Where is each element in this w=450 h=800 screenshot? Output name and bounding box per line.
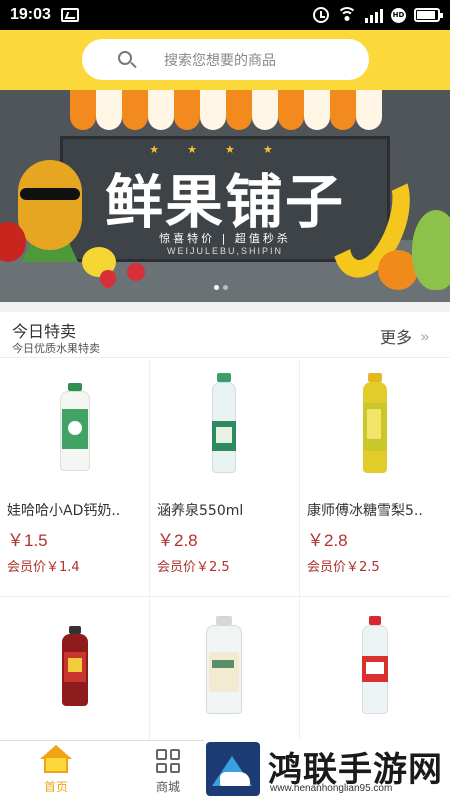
header: 搜索您想要的商品: [0, 30, 450, 90]
product-price: ￥2.8: [307, 531, 348, 550]
status-icons: HD: [313, 7, 443, 23]
image-icon: [60, 8, 79, 22]
hanyangquan-water-bottle: [150, 359, 300, 487]
watermark-url: www.henanhonglian95.com: [270, 783, 393, 794]
hd-icon: HD: [391, 7, 406, 23]
watermark-logo: [206, 742, 260, 796]
alarm-icon: [313, 7, 329, 23]
grid-icon: [156, 749, 180, 773]
pineapple-illustration: [18, 160, 82, 250]
section-title: 今日特卖: [12, 322, 77, 341]
member-price: 会员价￥2.5: [157, 560, 230, 575]
pagination-dot[interactable]: [214, 285, 219, 290]
watermark: 鸿联手游网 www.henanhonglian95.com: [204, 740, 450, 800]
product-card[interactable]: [300, 598, 450, 746]
shop-awning: [70, 90, 382, 130]
product-card[interactable]: 涵养泉550ml ￥2.8 会员价￥2.5: [150, 359, 300, 597]
product-price: ￥1.5: [7, 531, 48, 550]
member-price: 会员价￥2.5: [307, 560, 380, 575]
promo-banner[interactable]: ★★★★ 鲜果铺子 惊喜特价 | 超值秒杀 WEIJULEBU,SHIPIN: [0, 90, 450, 302]
pagination-dot[interactable]: [223, 285, 228, 290]
home-icon: [44, 758, 68, 773]
signal-icon: [365, 7, 383, 23]
product-card[interactable]: [0, 598, 150, 746]
product-name: 娃哈哈小AD钙奶..: [7, 503, 121, 519]
product-name: 涵养泉550ml: [157, 503, 244, 519]
search-icon: [118, 51, 132, 65]
section-divider: [0, 302, 450, 312]
water-bottle-label: [150, 598, 300, 726]
search-input[interactable]: 搜索您想要的商品: [82, 39, 369, 80]
status-bar: 19:03 HD: [0, 0, 450, 30]
tab-home[interactable]: 首页: [0, 741, 112, 800]
product-name: 康师傅冰糖雪梨5..: [307, 503, 423, 519]
home-icon-roof: [40, 745, 72, 759]
product-card[interactable]: 康师傅冰糖雪梨5.. ￥2.8 会员价￥2.5: [300, 359, 450, 597]
wahaha-ad-milk-bottle: [0, 359, 150, 487]
battery-icon: [414, 8, 443, 22]
status-time: 19:03: [10, 6, 51, 23]
product-card[interactable]: 娃哈哈小AD钙奶.. ￥1.5 会员价￥1.4: [0, 359, 150, 597]
strawberry-illustration: [127, 263, 145, 281]
tab-label: 首页: [43, 780, 68, 794]
product-price: ￥2.8: [157, 531, 198, 550]
sunglasses-illustration: [20, 188, 80, 200]
double-chevron-right-icon: »: [420, 326, 430, 346]
member-price: 会员价￥1.4: [7, 560, 80, 575]
wifi-icon: [337, 7, 357, 23]
product-card[interactable]: [150, 598, 300, 746]
red-tea-drink-bottle: [0, 598, 150, 726]
pear-illustration: [412, 210, 450, 290]
search-placeholder: 搜索您想要的商品: [164, 53, 276, 69]
section-subtitle: 今日优质水果特卖: [12, 342, 100, 355]
banner-pagination[interactable]: [214, 285, 228, 290]
more-button[interactable]: 更多 »: [380, 324, 430, 348]
nongfu-spring-bottle: [300, 598, 450, 726]
kangshifu-pear-drink-bottle: [300, 359, 450, 487]
more-label: 更多: [380, 328, 413, 347]
daily-sale-header: 今日特卖 今日优质水果特卖 更多 »: [0, 312, 450, 358]
